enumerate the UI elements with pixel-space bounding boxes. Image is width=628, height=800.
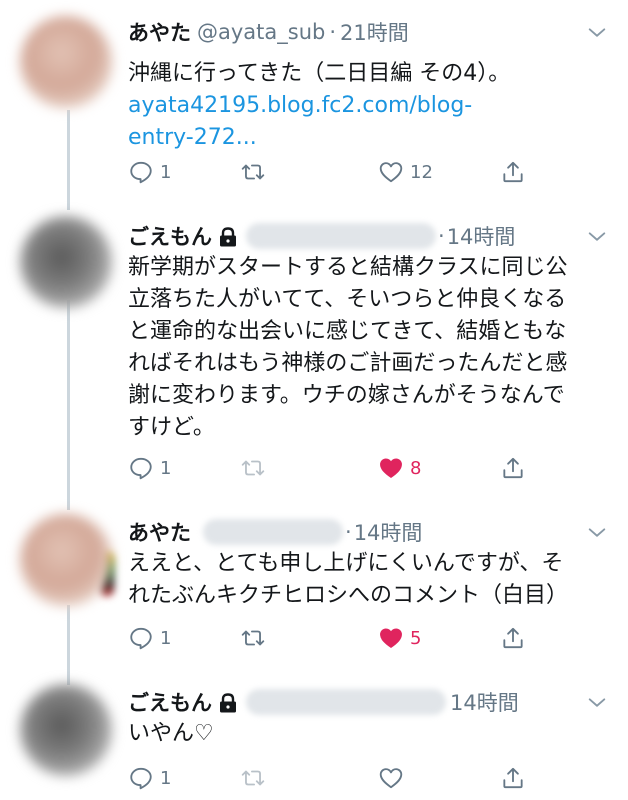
share-button[interactable] [500,154,526,190]
retweet-icon [241,164,265,180]
tweet-actions: 1 12 [128,154,538,190]
reply-icon [130,627,152,650]
reply-count: 1 [160,627,172,649]
chevron-down-icon[interactable] [586,226,608,248]
avatar[interactable] [20,16,112,108]
lock-icon [220,693,236,713]
tweet-link[interactable]: entry-272... [128,122,510,154]
share-icon [503,161,523,183]
chevron-down-icon[interactable] [586,22,608,44]
timestamp[interactable]: 21時間 [340,17,409,47]
like-count: 5 [410,627,422,649]
tweet-header: ごえもん · 14時間 [128,218,515,254]
chevron-down-icon[interactable] [586,522,608,544]
reply-icon [130,767,152,790]
tweet-actions: 1 [128,760,538,796]
reply-button[interactable]: 1 [128,154,171,190]
reply-button[interactable]: 1 [128,760,171,796]
tweet-text: 新学期がスタートすると結構クラスに同じ公 立落ちた人がいてて、そいつらと仲良くな… [128,252,568,444]
tweet-actions: 1 8 [128,450,538,486]
retweet-icon [241,460,265,476]
tweet-text-line: 謝に変わります。ウチの嫁さんがそうなんで [128,383,565,408]
user-handle-redacted [203,519,343,545]
user-handle-redacted [246,689,446,715]
user-handle[interactable]: @ayata_sub [197,20,325,44]
reply-button[interactable]: 1 [128,450,171,486]
retweet-button[interactable] [240,450,272,486]
share-icon [503,457,523,479]
reply-button[interactable]: 1 [128,620,171,656]
tweet-text: 沖縄に行ってきた（二日目編 その4）。 ayata42195.blog.fc2.… [128,58,510,154]
avatar[interactable] [20,684,112,776]
tweet-text-line: と運命的な出会いに感じてきて、結婚ともな [128,319,567,344]
separator-dot: · [329,20,337,44]
reply-count: 1 [160,161,172,183]
display-name[interactable]: あやた [128,17,191,47]
tweet-text-line: 立落ちた人がいてて、そいつらと仲良くなる [128,287,567,312]
like-button[interactable]: 5 [378,620,421,656]
tweet[interactable]: ごえもん 14時間 いやん♡ 1 [0,684,628,800]
reply-icon [130,161,152,184]
reply-count: 1 [160,767,172,789]
tweet-header: あやた · 14時間 [128,514,422,550]
tweet-text: いやん♡ [128,718,214,750]
heart-icon [379,768,403,789]
display-name[interactable]: ごえもん [128,687,212,717]
timestamp[interactable]: 14時間 [354,517,423,547]
retweet-button[interactable] [240,154,272,190]
tweet-text-line: いやん♡ [128,721,214,746]
like-count: 12 [410,161,433,183]
tweet[interactable]: あやた @ayata_sub · 21時間 沖縄に行ってきた（二日目編 その4）… [0,14,628,204]
avatar[interactable] [20,514,112,606]
reply-count: 1 [160,457,172,479]
share-button[interactable] [500,620,526,656]
user-handle-redacted [246,223,436,249]
display-name[interactable]: あやた [128,517,191,547]
avatar[interactable] [20,216,112,308]
tweet-text-line: れたぶんキクチヒロシへのコメント（白目） [128,583,569,608]
heart-icon [380,458,402,478]
tweet-text-line: ればそれはもう神様のご計画だったんだと感 [128,351,568,376]
tweet-text-line: 沖縄に行ってきた（二日目編 その4）。 [128,61,511,86]
share-icon [503,767,523,789]
retweet-button[interactable] [240,620,272,656]
timestamp[interactable]: 14時間 [450,687,519,717]
like-button[interactable]: 12 [378,154,433,190]
like-count: 8 [410,457,422,479]
tweet-text-line: すけど。 [128,415,215,440]
retweet-icon [241,630,265,646]
retweet-icon [241,770,265,786]
retweet-button[interactable] [240,760,272,796]
tweet-text-line: 新学期がスタートすると結構クラスに同じ公 [128,255,568,280]
share-button[interactable] [500,450,526,486]
chevron-down-icon[interactable] [586,692,608,714]
timestamp[interactable]: 14時間 [447,221,516,251]
separator-dot: · [345,520,352,544]
lock-icon [220,227,236,247]
tweet-header: あやた @ayata_sub · 21時間 [128,14,409,50]
display-name[interactable]: ごえもん [128,221,212,251]
separator-dot: · [438,224,445,248]
heart-icon [380,628,402,648]
reply-icon [130,457,152,480]
tweet-text: ええと、とても申し上げにくいんですが、そ れたぶんキクチヒロシへのコメント（白目… [128,548,568,612]
tweet[interactable]: ごえもん · 14時間 新学期がスタートすると結構クラスに同じ公 立落ちた人がい… [0,216,628,508]
like-button[interactable] [378,760,410,796]
heart-icon [379,162,403,183]
like-button[interactable]: 8 [378,450,421,486]
share-button[interactable] [500,760,526,796]
share-icon [503,627,523,649]
tweet-header: ごえもん 14時間 [128,684,519,720]
tweet-text-line: ええと、とても申し上げにくいんですが、そ [128,551,564,576]
tweet[interactable]: あやた · 14時間 ええと、とても申し上げにくいんですが、そ れたぶんキクチヒ… [0,514,628,664]
tweet-link[interactable]: ayata42195.blog.fc2.com/blog- [128,90,510,122]
tweet-actions: 1 5 [128,620,538,656]
